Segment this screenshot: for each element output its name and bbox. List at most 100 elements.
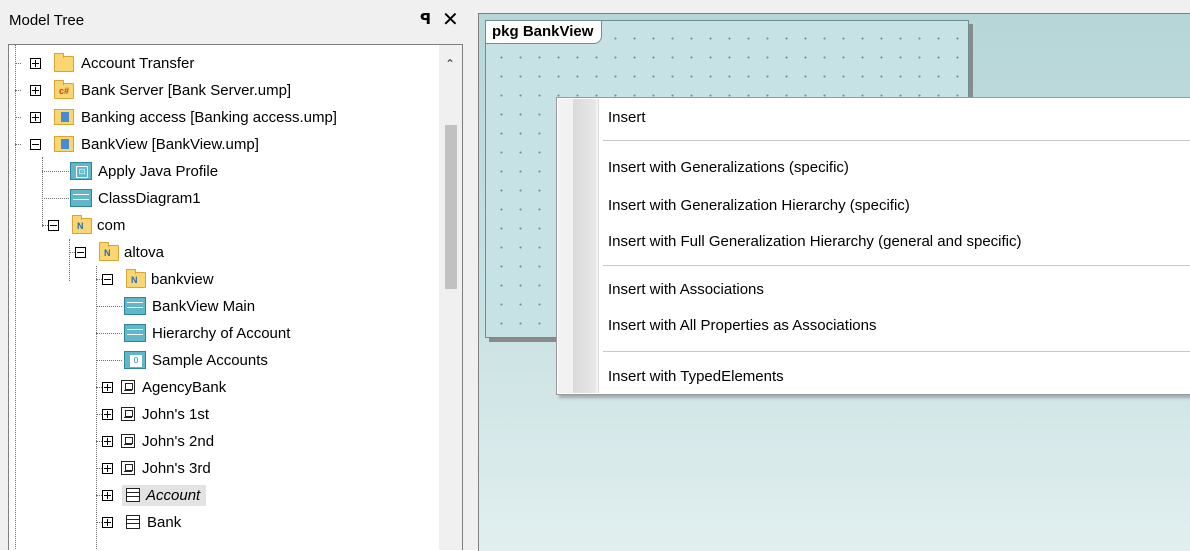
project-folder-icon — [54, 136, 74, 152]
tree-line — [96, 306, 122, 307]
tree-item-johns-1st[interactable]: John's 1st — [140, 401, 211, 428]
instance-icon — [121, 461, 135, 475]
tree-item-label: Account — [146, 487, 201, 504]
menu-separator — [603, 351, 1190, 352]
objdiag-glyph: 0 — [130, 355, 142, 367]
class-diagram-icon — [124, 297, 146, 315]
expand-toggle[interactable] — [30, 112, 41, 123]
scroll-up-arrow-icon[interactable]: ⌃ — [445, 57, 455, 71]
tree-item-label: BankView Main — [152, 298, 256, 315]
tree-line — [96, 333, 122, 334]
menu-item-insert-generalizations[interactable]: Insert with Generalizations (specific) — [599, 153, 1190, 183]
tree-item-sample-accounts[interactable]: Sample Accounts — [150, 347, 270, 374]
class-diagram-icon — [70, 189, 92, 207]
tree-item-classdiagram1[interactable]: ClassDiagram1 — [96, 185, 203, 212]
menu-item-insert-generalization-hierarchy[interactable]: Insert with Generalization Hierarchy (sp… — [599, 191, 1190, 221]
collapse-toggle[interactable] — [102, 274, 113, 285]
tree-item-bank-server[interactable]: Bank Server [Bank Server.ump] — [79, 77, 293, 104]
tree-item-account[interactable]: Account — [122, 482, 207, 509]
tree-line — [15, 117, 21, 118]
tree-item-label: John's 1st — [142, 406, 210, 423]
tree-line — [96, 266, 97, 550]
csharp-glyph: c# — [59, 86, 70, 96]
menu-item-insert-associations[interactable]: Insert with Associations — [599, 275, 1190, 305]
class-icon — [126, 515, 140, 529]
tree-item-label: Apply Java Profile — [98, 163, 219, 180]
pin-icon[interactable]: ꟼ — [420, 10, 431, 28]
tree-line — [15, 170, 16, 550]
tree-line — [42, 157, 43, 227]
expand-toggle[interactable] — [102, 490, 113, 501]
panel-titlebar: Model Tree ꟼ ✕ — [0, 0, 473, 44]
scroll-thumb[interactable] — [445, 125, 457, 289]
tree-line — [15, 144, 21, 145]
project-folder-icon — [54, 109, 74, 125]
menu-separator — [603, 265, 1190, 266]
collapse-toggle[interactable] — [48, 220, 59, 231]
menu-item-insert-full-generalization-hierarchy[interactable]: Insert with Full Generalization Hierarch… — [599, 227, 1190, 257]
folder-icon — [54, 53, 74, 72]
object-diagram-icon: 0 — [124, 351, 146, 369]
collapse-toggle[interactable] — [75, 247, 86, 258]
tree-item-label: ClassDiagram1 — [98, 190, 201, 207]
close-icon[interactable]: ✕ — [442, 7, 459, 32]
expand-toggle[interactable] — [30, 85, 41, 96]
tree-item-com[interactable]: com — [95, 212, 127, 239]
tree-line — [15, 90, 21, 91]
namespace-folder-icon: N — [126, 269, 146, 288]
tree-item-label: AgencyBank — [142, 379, 227, 396]
tree-item-label-selected: Account — [122, 485, 207, 506]
namespace-folder-icon: N — [99, 242, 119, 261]
tree-item-bankview-package[interactable]: bankview — [149, 266, 216, 293]
tree-view[interactable]: Account Transfer c# Bank Server [Bank Se… — [8, 44, 463, 550]
tree-item-label: altova — [124, 244, 165, 261]
expand-toggle[interactable] — [102, 436, 113, 447]
menu-item-insert[interactable]: Insert — [599, 103, 1190, 133]
namespace-glyph: N — [131, 275, 138, 285]
tree-item-account-transfer[interactable]: Account Transfer — [79, 50, 196, 77]
profile-diagram-icon: ⊡ — [70, 162, 92, 180]
instance-icon — [121, 407, 135, 421]
class-diagram-icon — [124, 324, 146, 342]
tree-item-label: bankview — [151, 271, 214, 288]
profile-glyph: ⊡ — [76, 166, 88, 178]
tree-item-label: Account Transfer — [81, 55, 195, 72]
tree-item-label: Bank — [147, 514, 182, 531]
tree-item-label: Sample Accounts — [152, 352, 268, 369]
expand-toggle[interactable] — [30, 58, 41, 69]
tree-item-label: BankView [BankView.ump] — [81, 136, 259, 153]
class-icon — [126, 488, 140, 502]
model-tree-panel: Model Tree ꟼ ✕ Account Transfer c# Bank … — [0, 0, 473, 550]
menu-item-insert-all-properties-associations[interactable]: Insert with All Properties as Associatio… — [599, 311, 1190, 341]
expand-toggle[interactable] — [102, 409, 113, 420]
namespace-glyph: N — [77, 221, 84, 231]
tree-item-altova[interactable]: altova — [122, 239, 166, 266]
tree-item-johns-3rd[interactable]: John's 3rd — [140, 455, 213, 482]
tree-scrollbar[interactable]: ⌃ — [439, 45, 462, 550]
tree-line — [15, 63, 21, 64]
tree-item-johns-2nd[interactable]: John's 2nd — [140, 428, 216, 455]
tree-item-bank[interactable]: Bank — [145, 509, 183, 536]
menu-item-insert-typed-elements[interactable]: Insert with TypedElements — [599, 362, 1190, 392]
collapse-toggle[interactable] — [30, 139, 41, 150]
tree-item-agencybank[interactable]: AgencyBank — [140, 374, 228, 401]
menu-gutter — [558, 99, 599, 393]
namespace-folder-icon: N — [72, 215, 92, 234]
tree-item-label: Bank Server [Bank Server.ump] — [81, 82, 292, 99]
instance-icon — [121, 380, 135, 394]
tree-line — [96, 360, 122, 361]
expand-toggle[interactable] — [102, 463, 113, 474]
tree-item-bankview-main[interactable]: BankView Main — [150, 293, 257, 320]
package-name: pkg BankView — [492, 23, 594, 40]
menu-separator — [603, 140, 1190, 141]
tree-line — [69, 239, 70, 281]
expand-toggle[interactable] — [102, 517, 113, 528]
panel-title: Model Tree — [9, 12, 85, 29]
package-tab: pkg BankView — [486, 21, 603, 44]
expand-toggle[interactable] — [102, 382, 113, 393]
tree-item-banking-access[interactable]: Banking access [Banking access.ump] — [79, 104, 339, 131]
tree-item-bankview[interactable]: BankView [BankView.ump] — [79, 131, 261, 158]
tree-item-hierarchy-of-account[interactable]: Hierarchy of Account — [150, 320, 292, 347]
namespace-glyph: N — [104, 248, 111, 258]
tree-item-apply-java-profile[interactable]: Apply Java Profile — [96, 158, 220, 185]
